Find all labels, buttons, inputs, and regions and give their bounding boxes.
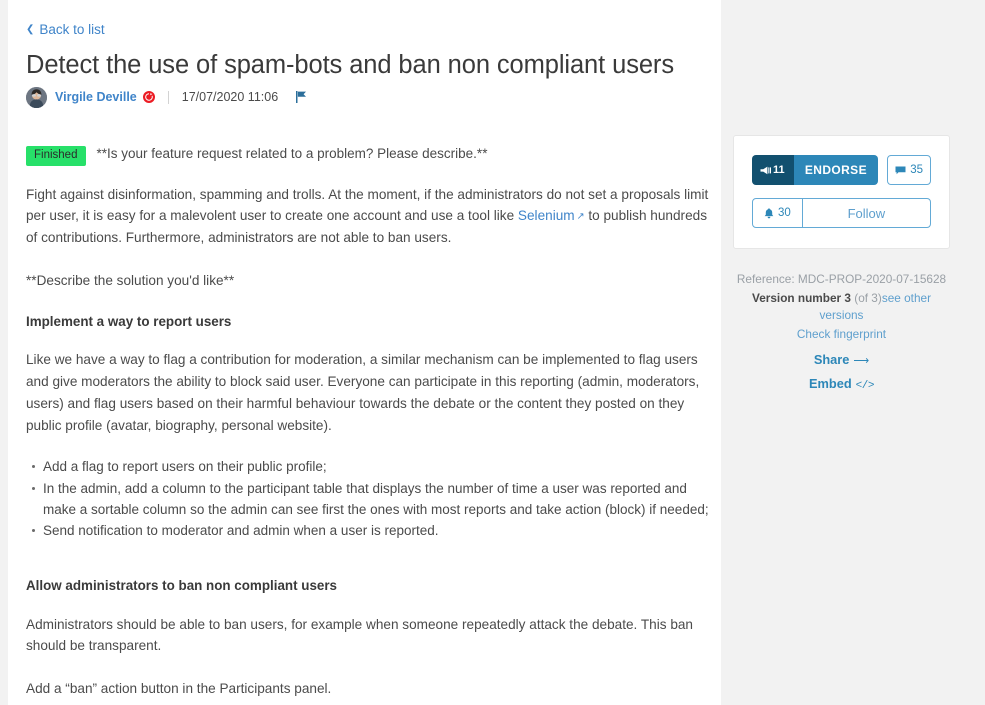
list-item: Send notification to moderator and admin…	[32, 521, 716, 542]
section-2-heading: Allow administrators to ban non complian…	[26, 577, 337, 593]
meta-divider	[167, 90, 169, 104]
version-of: (of 3)	[854, 291, 882, 306]
endorse-button[interactable]: 11 ENDORSE	[752, 155, 879, 185]
endorse-button-label: ENDORSE	[793, 155, 879, 185]
version-number: 3	[844, 291, 851, 306]
back-to-list-link[interactable]: ❮ Back to list	[26, 22, 105, 37]
embed-button[interactable]: Embed </>	[733, 375, 950, 395]
flag-icon[interactable]	[296, 91, 307, 103]
reference-value: MDC-PROP-2020-07-15628	[797, 272, 947, 286]
author-meta-row: Virgile Deville 17/07/2020 11:06	[26, 85, 307, 109]
code-icon: </>	[855, 380, 875, 393]
proposal-page: ❮ Back to list Detect the use of spam-bo…	[0, 0, 985, 705]
page-title: Detect the use of spam-bots and ban non …	[26, 51, 674, 79]
endorse-row: 11 ENDORSE 35	[752, 155, 931, 185]
selenium-link-label: Selenium	[517, 208, 575, 224]
describe-solution-heading: **Describe the solution you'd like**	[26, 272, 235, 288]
version-label: Version number	[751, 291, 842, 306]
chevron-left-icon: ❮	[26, 23, 35, 35]
author-name-link[interactable]: Virgile Deville	[55, 90, 137, 104]
sidebar: 11 ENDORSE 35 30 Follow Reference: MDC-P…	[733, 135, 950, 400]
intro-paragraph: Fight against disinformation, spamming a…	[26, 184, 716, 249]
status-row: Finished **Is your feature request relat…	[26, 145, 716, 166]
embed-label: Embed	[809, 376, 852, 392]
list-item: In the admin, add a column to the partic…	[32, 479, 716, 520]
follow-count-segment: 30	[753, 199, 803, 227]
section-1-list: Add a flag to report users on their publ…	[26, 457, 716, 542]
follow-count-label: 30	[778, 207, 791, 219]
proposal-body: Finished **Is your feature request relat…	[26, 145, 716, 705]
bell-icon	[764, 207, 774, 219]
problem-description-heading: **Is your feature request related to a p…	[96, 146, 488, 161]
main-content: ❮ Back to list Detect the use of spam-bo…	[26, 0, 716, 705]
endorse-count-segment: 11	[752, 155, 794, 185]
reference-line: Reference: MDC-PROP-2020-07-15628	[733, 271, 950, 288]
status-badge: Finished	[26, 146, 87, 166]
proposal-meta: Reference: MDC-PROP-2020-07-15628 Versio…	[733, 271, 950, 395]
megaphone-icon	[760, 166, 771, 175]
share-button[interactable]: Share ⟶	[733, 351, 950, 370]
avatar[interactable]	[26, 86, 47, 108]
share-label: Share	[813, 352, 850, 368]
section-1-heading: Implement a way to report users	[26, 313, 232, 329]
section-2-paragraph-1: Administrators should be able to ban use…	[26, 616, 693, 654]
list-item: Add a flag to report users on their publ…	[32, 457, 716, 478]
version-line: Version number 3 (of 3)see other version…	[733, 290, 950, 324]
action-card: 11 ENDORSE 35 30 Follow	[733, 135, 950, 249]
check-fingerprint-link[interactable]: Check fingerprint	[797, 327, 886, 341]
endorse-count-label: 11	[773, 164, 785, 176]
comment-count-label: 35	[910, 164, 923, 176]
timestamp: 17/07/2020 11:06	[181, 90, 279, 104]
share-arrow-icon: ⟶	[853, 355, 870, 368]
fingerprint-line: Check fingerprint	[733, 326, 950, 343]
comment-icon	[895, 166, 906, 175]
follow-button[interactable]: 30 Follow	[752, 198, 931, 228]
external-link-icon: ↗	[576, 211, 585, 223]
selenium-link[interactable]: Selenium ↗	[518, 208, 585, 223]
section-1-paragraph: Like we have a way to flag a contributio…	[26, 352, 700, 433]
verified-badge-icon	[142, 91, 155, 103]
section-2-paragraph-2: Add a “ban” action button in the Partici…	[26, 681, 332, 697]
comment-count-button[interactable]: 35	[887, 155, 931, 185]
follow-button-label: Follow	[847, 205, 886, 221]
back-to-list-label: Back to list	[39, 22, 105, 37]
reference-label: Reference:	[736, 272, 795, 286]
